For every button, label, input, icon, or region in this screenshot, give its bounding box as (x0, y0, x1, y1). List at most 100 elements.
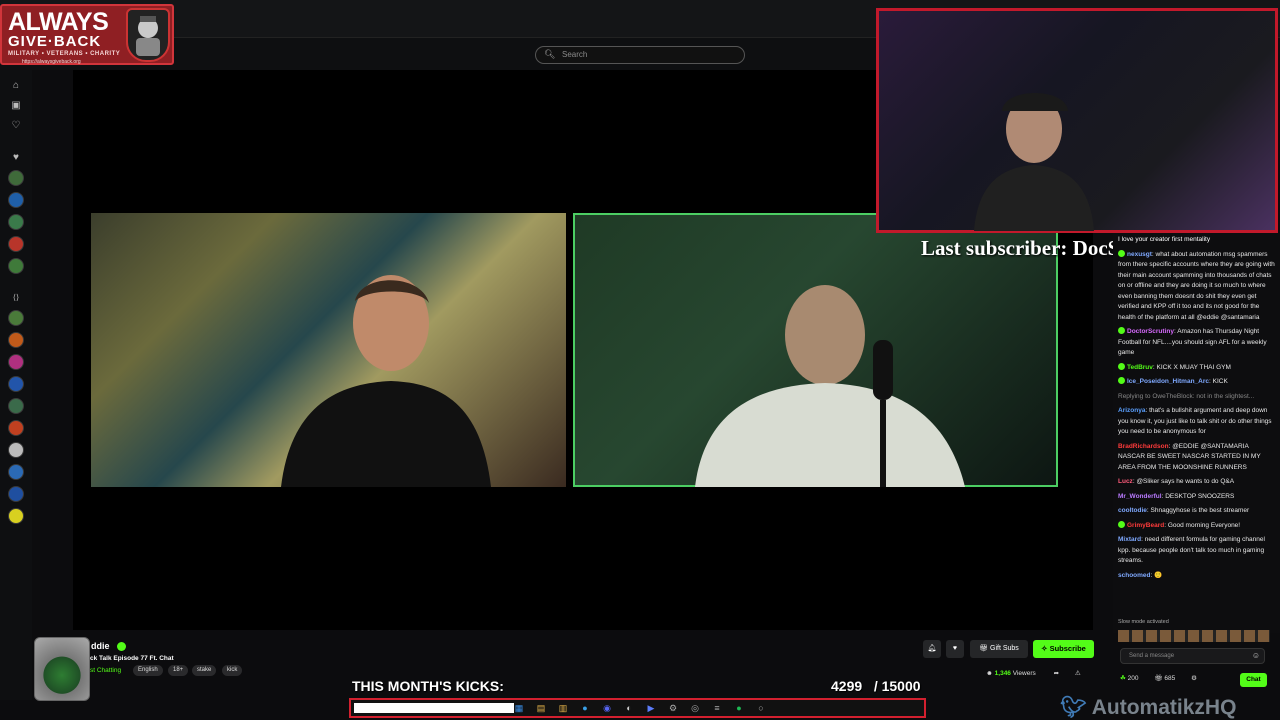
streamer-person (974, 93, 1094, 231)
chat-message-input[interactable]: Send a message ☺ (1120, 648, 1265, 664)
tag-english[interactable]: English (133, 665, 163, 676)
emoji-picker-icon[interactable]: ☺ (1252, 651, 1260, 660)
chat-message: GrimyBeard: Good morning Everyone! (1118, 520, 1276, 532)
subscriber-badge-icon (1118, 249, 1125, 257)
follow-button[interactable]: ♥ (946, 640, 964, 658)
recommended-channel-avatar[interactable] (8, 332, 24, 348)
recommended-channel-avatar[interactable] (8, 420, 24, 436)
chat-message: schoomed: 🙂 (1118, 571, 1163, 579)
slow-mode-notice: Slow mode activated (1118, 619, 1169, 625)
chat-username[interactable]: GrimyBeard (1127, 522, 1164, 529)
logo-tagline: MILITARY • VETERANS • CHARITY (8, 51, 121, 57)
kicks-goal-label: THIS MONTH'S KICKS: (352, 678, 504, 694)
heart-icon: ♥ (952, 645, 958, 652)
chat-username[interactable]: Mixtard (1118, 536, 1141, 543)
chat-username[interactable]: Arizonya (1118, 407, 1145, 414)
settings-gear-icon[interactable]: ⚙ (1191, 675, 1197, 682)
points-icon[interactable]: ☘ (1120, 675, 1126, 682)
gift-icon[interactable]: 🎁︎ (1154, 675, 1162, 682)
tool-icon[interactable]: ≡ (712, 703, 722, 713)
chat-username[interactable]: cooltodie (1118, 507, 1147, 514)
recommended-channel-avatar[interactable] (8, 442, 24, 458)
heart-icon[interactable]: ♡ (10, 120, 22, 132)
chat-username[interactable]: Mr_Wonderful (1118, 493, 1162, 500)
recommended-channel-avatar[interactable] (8, 486, 24, 502)
browse-icon[interactable]: ▣ (10, 100, 22, 112)
recommended-channel-avatar[interactable] (8, 398, 24, 414)
kicks-progress-bar (349, 698, 926, 718)
emote-bar[interactable] (1118, 630, 1270, 642)
tag-18plus[interactable]: 18+ (168, 665, 189, 676)
viewers-icon: ☻ (986, 670, 993, 677)
discord-icon[interactable]: ◉ (602, 703, 612, 713)
chat-text: what about automation msg spammers from … (1118, 250, 1275, 321)
followed-channel-avatar[interactable] (8, 236, 24, 252)
chat-panel: I love your creator first mentality nexus… (1113, 233, 1280, 633)
app-icon[interactable]: ▶ (646, 703, 656, 713)
edge-browser-icon[interactable]: ● (580, 703, 590, 713)
gifts-count: 685 (1164, 675, 1176, 682)
followed-channel-avatar[interactable] (8, 258, 24, 274)
chat-message: Lucz: @Sliker says he wants to do Q&A (1118, 478, 1235, 485)
notification-bell-button[interactable]: 🔔︎ (923, 640, 941, 658)
followed-channel-avatar[interactable] (8, 170, 24, 186)
chat-text: Shnaggyhose is the best streamer (1150, 507, 1250, 514)
report-icon[interactable]: ⚠ (1075, 670, 1081, 677)
obs-icon[interactable]: ◎ (690, 703, 700, 713)
search-placeholder: Search (562, 50, 588, 59)
recommended-channel-avatar[interactable] (8, 464, 24, 480)
recommended-icon[interactable]: ⟨⟩ (10, 292, 22, 304)
chat-username[interactable]: BradRichardson (1118, 443, 1169, 450)
gift-icon: 🎁︎ (979, 645, 989, 652)
steam-icon[interactable]: ◐ (624, 703, 634, 713)
subscriber-badge-icon (1118, 362, 1125, 370)
chat-message: DoctorScrutiny: Amazon has Thursday Nigh… (1118, 327, 1267, 356)
chat-username[interactable]: nexusgt (1127, 251, 1152, 258)
spotify-icon[interactable]: ● (734, 703, 744, 713)
points-count: 200 (1127, 675, 1139, 682)
subscriber-badge-icon (1118, 377, 1125, 384)
chat-username[interactable]: TedBruv (1127, 364, 1153, 371)
chrome-icon[interactable]: ○ (756, 703, 766, 713)
chat-message: nexusgt: what about automation msg spamm… (1118, 249, 1275, 321)
tag-stake[interactable]: stake (192, 665, 217, 676)
gift-subs-button[interactable]: 🎁︎ Gift Subs (970, 640, 1028, 658)
guest-camera-left (91, 213, 566, 487)
recommended-channel-avatar[interactable] (8, 376, 24, 392)
recommended-channel-avatar[interactable] (8, 508, 24, 524)
chat-username[interactable]: Lucz (1118, 478, 1133, 485)
search-input[interactable]: 🔍︎ Search (535, 46, 745, 64)
stream-category[interactable]: st Chatting (90, 667, 121, 674)
heart-filled-icon[interactable]: ♥ (10, 152, 22, 164)
settings-icon[interactable]: ⚙ (668, 703, 678, 713)
followed-channel-avatar[interactable] (8, 192, 24, 208)
chat-username[interactable]: schoomed (1118, 572, 1151, 579)
chat-text: KICK (1212, 378, 1228, 385)
channel-avatar[interactable] (34, 637, 90, 701)
followed-channel-avatar[interactable] (8, 214, 24, 230)
viewer-count: ☻ 1,346 Viewers ➦ ⚠ (986, 669, 1081, 677)
always-give-back-logo: ALWAYS GIVE·BACK MILITARY • VETERANS • C… (0, 4, 174, 65)
chat-text: DESKTOP SNOOZERS (1165, 492, 1235, 500)
file-explorer-icon[interactable]: ▤ (536, 703, 546, 713)
folder-icon[interactable]: ▥ (558, 703, 568, 713)
star-icon: ✧ (1041, 644, 1048, 653)
chat-send-button[interactable]: Chat (1240, 673, 1267, 687)
chat-text: Replying to OweTheBlock: not in the slig… (1118, 392, 1255, 400)
chat-username[interactable]: DoctorScrutiny (1127, 328, 1174, 335)
subscribe-label: Subscribe (1049, 644, 1086, 653)
logo-soldier-badge-icon (126, 8, 170, 62)
home-icon[interactable]: ⌂ (10, 80, 22, 92)
subscriber-badge-icon (1118, 520, 1125, 528)
share-icon[interactable]: ➦ (1054, 670, 1059, 677)
chat-username[interactable]: Ice_Poseidon_Hitman_Arc (1127, 378, 1209, 385)
windows-start-icon[interactable]: ▦ (514, 703, 524, 713)
recommended-channel-avatar[interactable] (8, 354, 24, 370)
chat-message: BradRichardson: @EDDIE @SANTAMARIA NASCA… (1118, 442, 1261, 471)
tag-kick[interactable]: kick (222, 665, 243, 676)
chat-text: @Sliker says he wants to do Q&A (1136, 478, 1235, 485)
recommended-channel-avatar[interactable] (8, 310, 24, 326)
subscribe-button[interactable]: ✧ Subscribe (1033, 640, 1094, 658)
channel-name[interactable]: ddie (91, 641, 110, 651)
chat-input-placeholder: Send a message (1129, 653, 1175, 659)
